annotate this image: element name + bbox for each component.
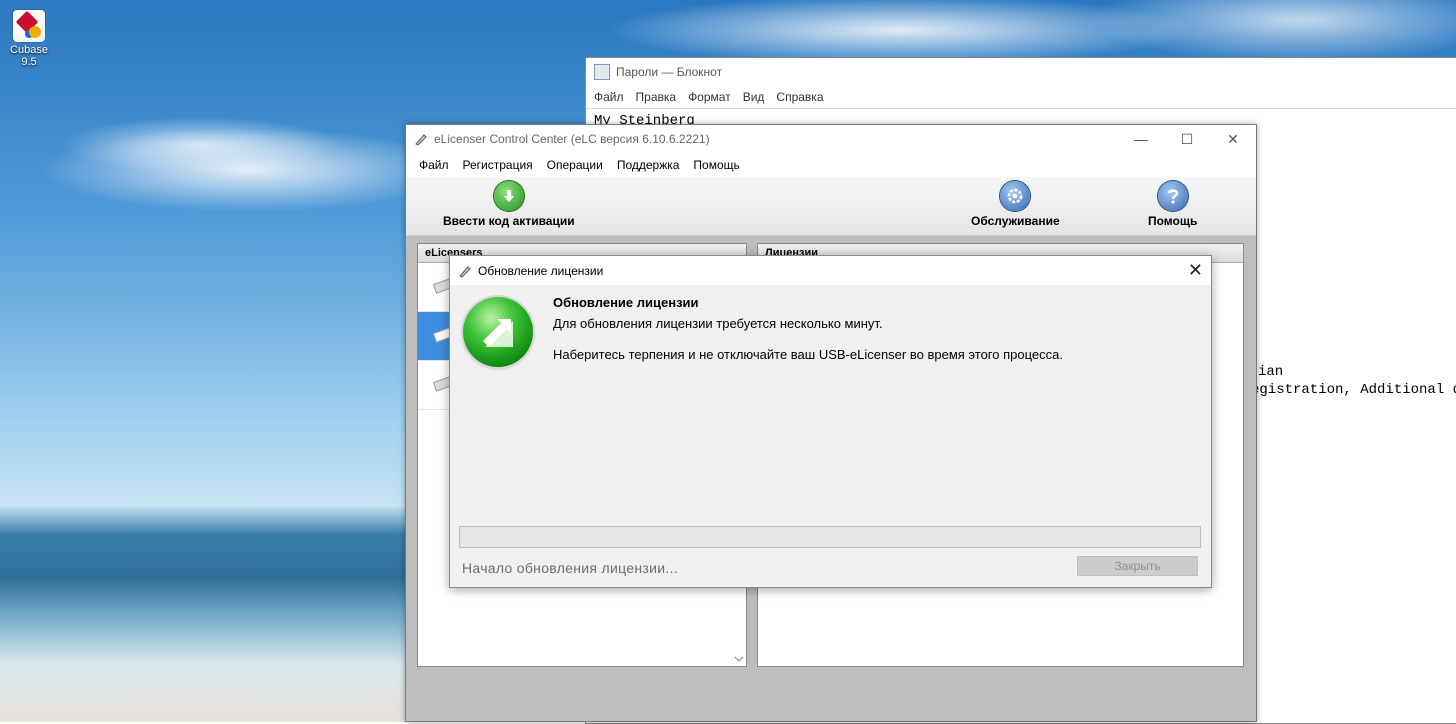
notepad-menu-view[interactable]: Вид	[743, 90, 765, 104]
elc-menu-file[interactable]: Файл	[419, 158, 449, 172]
elc-menu-operations[interactable]: Операции	[547, 158, 603, 172]
elc-menu-support[interactable]: Поддержка	[617, 158, 680, 172]
elc-menu-registration[interactable]: Регистрация	[463, 158, 533, 172]
notepad-menu-help[interactable]: Справка	[776, 90, 823, 104]
dialog-titlebar[interactable]: Обновление лицензии ✕	[450, 256, 1211, 285]
elc-menubar: Файл Регистрация Операции Поддержка Помо…	[406, 153, 1256, 177]
cubase-icon	[13, 10, 45, 42]
notepad-menu-file[interactable]: Файл	[594, 90, 624, 104]
close-button[interactable]: ✕	[1210, 125, 1256, 153]
elc-titlebar[interactable]: eLicenser Control Center (eLC версия 6.1…	[406, 125, 1256, 153]
close-button-disabled[interactable]: Закрыть	[1077, 556, 1198, 576]
scroll-down-icon[interactable]	[734, 655, 744, 666]
notepad-text-fragment: egistration, Additional d	[1251, 382, 1456, 398]
dialog-message-line: Наберитесь терпения и не отключайте ваш …	[553, 347, 1063, 362]
maximize-button[interactable]: ☐	[1164, 125, 1210, 153]
license-update-icon	[463, 297, 533, 367]
notepad-menu-format[interactable]: Формат	[688, 90, 731, 104]
download-arrow-icon	[493, 181, 524, 211]
help-question-icon	[1157, 181, 1188, 211]
dialog-title: Обновление лицензии	[478, 263, 604, 278]
elc-menu-help[interactable]: Помощь	[693, 158, 739, 172]
elc-toolbar: Ввести код активации Обслуживание Помощь	[406, 177, 1256, 236]
minimize-button[interactable]: —	[1118, 125, 1164, 153]
dialog-close-icon[interactable]: ✕	[1188, 260, 1203, 281]
enter-activation-code-label: Ввести код активации	[443, 214, 575, 228]
notepad-text-fragment: ian	[1258, 364, 1284, 380]
license-update-dialog[interactable]: Обновление лицензии ✕ Обновление лицензи…	[449, 255, 1212, 588]
status-text: Начало обновления лицензии...	[462, 560, 678, 576]
notepad-title: Пароли — Блокнот	[616, 65, 723, 79]
dialog-pen-icon	[459, 265, 471, 278]
dialog-message-line: Для обновления лицензии требуется нескол…	[553, 316, 883, 331]
elc-title: eLicenser Control Center (eLC версия 6.1…	[434, 132, 710, 146]
notepad-menubar: Файл Правка Формат Вид Справка	[586, 86, 1456, 109]
desktop-icon-label: Cubase 9.5	[10, 44, 48, 68]
help-label: Помощь	[1148, 214, 1198, 228]
maintenance-button[interactable]: Обслуживание	[971, 181, 1060, 228]
elc-pen-icon	[415, 134, 427, 146]
desktop-icon-cubase[interactable]: Cubase 9.5	[2, 10, 56, 68]
dialog-heading: Обновление лицензии	[553, 295, 699, 310]
notepad-titlebar[interactable]: Пароли — Блокнот	[586, 58, 1456, 86]
help-button[interactable]: Помощь	[1148, 181, 1197, 228]
update-progress-bar	[459, 526, 1201, 548]
notepad-icon	[594, 64, 610, 80]
maintenance-label: Обслуживание	[971, 214, 1060, 228]
gear-icon	[1000, 181, 1031, 211]
enter-activation-code-button[interactable]: Ввести код активации	[443, 181, 575, 228]
notepad-menu-edit[interactable]: Правка	[636, 90, 677, 104]
